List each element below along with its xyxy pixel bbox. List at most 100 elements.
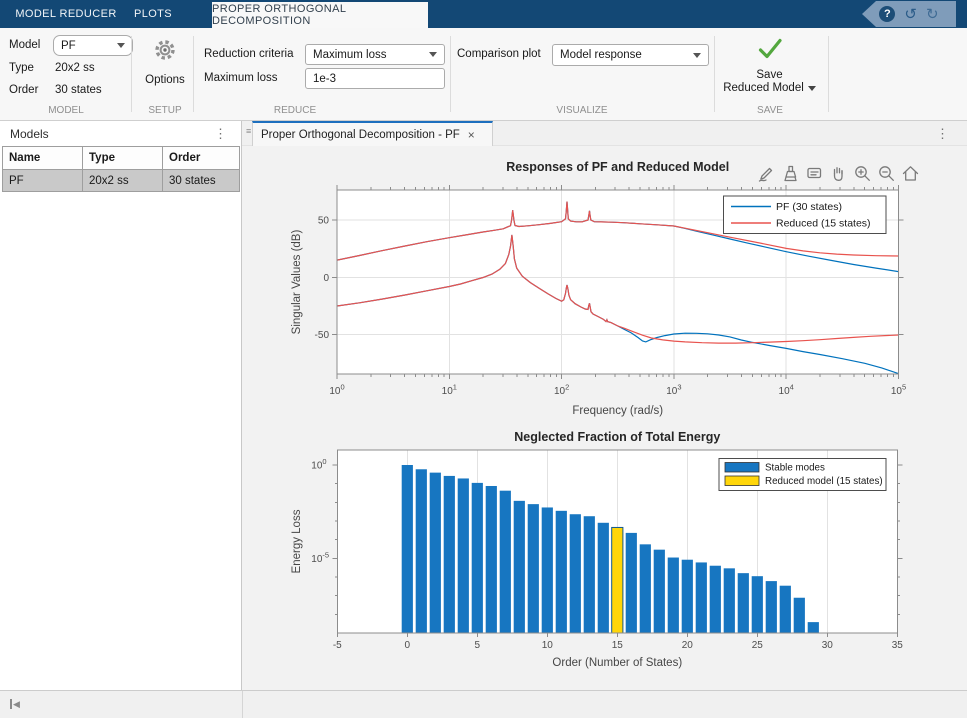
- model-cell: 20x2 ss: [83, 170, 163, 192]
- stable-mode-bar[interactable]: [416, 469, 427, 633]
- stable-mode-bar[interactable]: [486, 486, 497, 633]
- redo-icon[interactable]: ↻: [926, 7, 939, 22]
- stable-mode-bar[interactable]: [808, 622, 819, 633]
- collapse-left-panel-icon[interactable]: ◀: [10, 699, 20, 709]
- svg-text:105: 105: [891, 383, 906, 398]
- stable-mode-bar[interactable]: [556, 511, 567, 633]
- figure-canvas: Responses of PF and Reduced Model1001011…: [242, 146, 967, 690]
- chevron-down-icon: [693, 53, 701, 58]
- gear-icon: [152, 37, 178, 68]
- svg-text:25: 25: [752, 640, 764, 651]
- home-icon[interactable]: [900, 163, 921, 183]
- stable-mode-bar[interactable]: [668, 558, 679, 633]
- svg-text:20: 20: [682, 640, 694, 651]
- chevron-down-icon: [808, 86, 816, 91]
- energy-legend[interactable]: Stable modesReduced model (15 states): [719, 459, 886, 491]
- svg-text:Neglected Fraction of Total En: Neglected Fraction of Total Energy: [514, 430, 720, 444]
- help-icon[interactable]: ?: [879, 6, 895, 22]
- zoom-out-icon[interactable]: [876, 163, 897, 183]
- models-column-header[interactable]: Order: [163, 147, 240, 170]
- stable-mode-bar[interactable]: [528, 504, 539, 633]
- tab-proper-orthogonal-decomposition[interactable]: PROPER ORTHOGONAL DECOMPOSITION: [212, 2, 428, 28]
- quick-access-toolbar: ? ↺ ↻: [862, 1, 956, 27]
- stable-mode-bar[interactable]: [794, 598, 805, 633]
- tab-model-reducer[interactable]: MODEL REDUCER: [10, 0, 122, 28]
- svg-text:0: 0: [323, 273, 329, 284]
- stable-mode-bar[interactable]: [570, 514, 581, 633]
- stable-mode-bar[interactable]: [584, 516, 595, 633]
- stable-mode-bar[interactable]: [444, 476, 455, 633]
- comparison-plot-dropdown[interactable]: Model response: [552, 44, 709, 66]
- options-button[interactable]: Options: [140, 37, 190, 87]
- save-reduced-model-button[interactable]: Save Reduced Model: [722, 38, 817, 95]
- model-row[interactable]: PF20x2 ss30 states: [3, 170, 240, 192]
- stable-mode-bar[interactable]: [780, 586, 791, 633]
- stable-mode-bar[interactable]: [542, 507, 553, 633]
- reduction-criteria-label: Reduction criteria: [204, 48, 293, 60]
- stable-mode-bar[interactable]: [472, 483, 483, 633]
- datatip-icon[interactable]: [804, 163, 825, 183]
- svg-text:102: 102: [554, 383, 569, 398]
- svg-text:5: 5: [475, 640, 481, 651]
- stable-mode-bar[interactable]: [458, 478, 469, 633]
- svg-text:-5: -5: [333, 640, 342, 651]
- document-tab-bar: ≡ Proper Orthogonal Decomposition - PF ×…: [242, 121, 967, 146]
- stable-mode-bar[interactable]: [640, 544, 651, 633]
- document-bar-grip-icon[interactable]: ≡: [246, 126, 251, 136]
- stable-mode-bar[interactable]: [402, 465, 413, 633]
- type-value: 20x2 ss: [55, 62, 95, 74]
- stable-mode-bar[interactable]: [724, 568, 735, 633]
- models-column-header[interactable]: Type: [83, 147, 163, 170]
- maximum-loss-input[interactable]: 1e-3: [305, 68, 445, 89]
- pan-icon[interactable]: [828, 163, 849, 183]
- status-bar: ◀: [0, 690, 967, 718]
- models-panel-header: Models ⋮: [0, 121, 241, 146]
- stable-mode-bar[interactable]: [500, 491, 511, 633]
- svg-text:100: 100: [311, 457, 326, 472]
- stable-mode-bar[interactable]: [626, 533, 637, 633]
- stable-mode-bar[interactable]: [682, 560, 693, 633]
- toolstrip-tab-bar: MODEL REDUCER PLOTS PROPER ORTHOGONAL DE…: [0, 0, 967, 28]
- response-legend[interactable]: PF (30 states)Reduced (15 states): [724, 196, 887, 234]
- svg-text:Energy Loss: Energy Loss: [291, 509, 303, 573]
- svg-text:15: 15: [612, 640, 624, 651]
- stable-mode-bar[interactable]: [598, 523, 609, 633]
- models-column-header[interactable]: Name: [3, 147, 83, 170]
- brush-icon[interactable]: [780, 163, 801, 183]
- export-icon[interactable]: [756, 163, 777, 183]
- status-bar-divider: [242, 691, 243, 718]
- model-dropdown[interactable]: PF: [53, 35, 133, 56]
- zoom-in-icon[interactable]: [852, 163, 873, 183]
- stable-mode-bar[interactable]: [430, 473, 441, 633]
- stable-mode-bar[interactable]: [696, 562, 707, 633]
- document-tab-pod[interactable]: Proper Orthogonal Decomposition - PF ×: [252, 121, 493, 146]
- stable-mode-bar[interactable]: [654, 550, 665, 633]
- undo-icon[interactable]: ↺: [904, 7, 917, 22]
- svg-text:Reduced model (15 states): Reduced model (15 states): [765, 476, 883, 487]
- energy-loss-axes: Neglected Fraction of Total Energy-50510…: [291, 430, 903, 669]
- svg-text:-50: -50: [315, 330, 330, 341]
- model-label: Model: [9, 39, 40, 51]
- maximum-loss-label: Maximum loss: [204, 72, 277, 84]
- svg-text:104: 104: [779, 383, 794, 398]
- stable-mode-bar[interactable]: [514, 501, 525, 633]
- svg-text:35: 35: [892, 640, 904, 651]
- document-bar-menu-icon[interactable]: ⋮: [936, 126, 949, 142]
- stable-mode-bar[interactable]: [710, 566, 721, 633]
- tab-plots[interactable]: PLOTS: [122, 0, 184, 28]
- svg-text:Singular Values (dB): Singular Values (dB): [291, 230, 303, 335]
- section-divider: [193, 36, 194, 112]
- svg-text:30: 30: [822, 640, 834, 651]
- stable-mode-bar[interactable]: [766, 581, 777, 633]
- reduced-model-bar[interactable]: [612, 527, 623, 633]
- save-section-label: SAVE: [757, 105, 783, 116]
- visualize-section-label: VISUALIZE: [556, 105, 607, 116]
- stable-mode-bar[interactable]: [752, 576, 763, 633]
- section-divider: [828, 36, 829, 112]
- panel-menu-icon[interactable]: ⋮: [214, 126, 227, 142]
- reduction-criteria-dropdown[interactable]: Maximum loss: [305, 44, 445, 65]
- singular-values-axes: Responses of PF and Reduced Model1001011…: [291, 160, 906, 417]
- close-icon[interactable]: ×: [468, 128, 475, 142]
- stable-mode-bar[interactable]: [738, 573, 749, 633]
- svg-text:Order (Number of States): Order (Number of States): [552, 657, 682, 669]
